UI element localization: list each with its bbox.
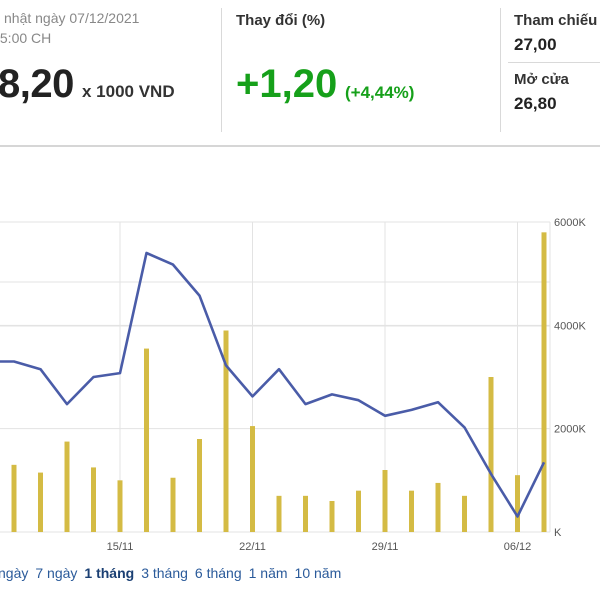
volume-bar — [488, 377, 494, 532]
volume-bar — [11, 464, 17, 532]
volume-bar — [91, 467, 96, 532]
time-range-selector: ngày 7 ngày 1 tháng 3 tháng 6 tháng 1 năm 10 n… — [0, 565, 348, 581]
y-axis-tick-label: 2000K — [554, 424, 586, 436]
volume-bar — [356, 490, 361, 532]
x-axis-tick-label: 29/11 — [372, 541, 399, 553]
change-percent: (+4,44%) — [345, 83, 415, 102]
y-axis-tick-label: K — [554, 527, 562, 539]
volume-bar — [462, 495, 467, 532]
price-volume-chart[interactable]: K 2000K 4000K 6000K 15/11 22/11 29/11 06/12 — [0, 200, 600, 560]
x-axis-tick-label: 15/11 — [107, 541, 134, 553]
volume-bar — [276, 495, 282, 532]
quote-header: nhật ngày 07/12/2021 :5:00 CH 8,20 x 100… — [0, 0, 600, 146]
range-link[interactable]: 10 năm — [295, 565, 342, 581]
range-link[interactable]: 7 ngày — [35, 565, 77, 581]
volume-bar — [541, 232, 547, 533]
open-label: Mở cửa — [514, 71, 569, 88]
volume-bar — [382, 470, 388, 532]
volume-bar — [515, 475, 520, 532]
change-value: +1,20 — [236, 62, 338, 106]
current-price: 8,20 — [0, 62, 74, 106]
updated-label: nhật ngày 07/12/2021 — [4, 10, 140, 26]
volume-bar — [38, 472, 43, 532]
divider — [221, 8, 222, 132]
y-axis-tick-label: 4000K — [554, 320, 586, 332]
change-title: Thay đổi (%) — [236, 12, 326, 29]
volume-bar — [409, 490, 414, 532]
price-unit: x 1000 VND — [82, 82, 175, 101]
volume-bar — [197, 439, 202, 532]
x-axis-tick-label: 22/11 — [239, 541, 266, 553]
price-line — [0, 251, 546, 518]
y-axis-tick-label: 6000K — [554, 217, 586, 229]
volume-bar — [64, 441, 70, 532]
volume-bar — [144, 348, 149, 532]
divider — [508, 62, 600, 63]
volume-bar — [303, 495, 308, 532]
header-border — [0, 145, 600, 147]
range-link[interactable]: ngày — [0, 565, 28, 581]
volume-bar — [117, 480, 123, 532]
reference-label: Tham chiếu — [514, 12, 598, 29]
range-link[interactable]: 6 tháng — [195, 565, 242, 581]
range-link[interactable]: 1 tháng — [84, 565, 134, 581]
updated-time: :5:00 CH — [0, 30, 52, 46]
volume-bar — [250, 426, 255, 532]
divider — [500, 8, 501, 132]
volume-bar — [170, 477, 176, 532]
range-link[interactable]: 1 năm — [249, 565, 288, 581]
reference-value: 27,00 — [514, 35, 557, 54]
x-axis-tick-label: 06/12 — [504, 541, 532, 553]
open-value: 26,80 — [514, 94, 557, 113]
range-link[interactable]: 3 tháng — [141, 565, 188, 581]
volume-bar — [435, 482, 441, 532]
volume-bar — [329, 501, 335, 532]
